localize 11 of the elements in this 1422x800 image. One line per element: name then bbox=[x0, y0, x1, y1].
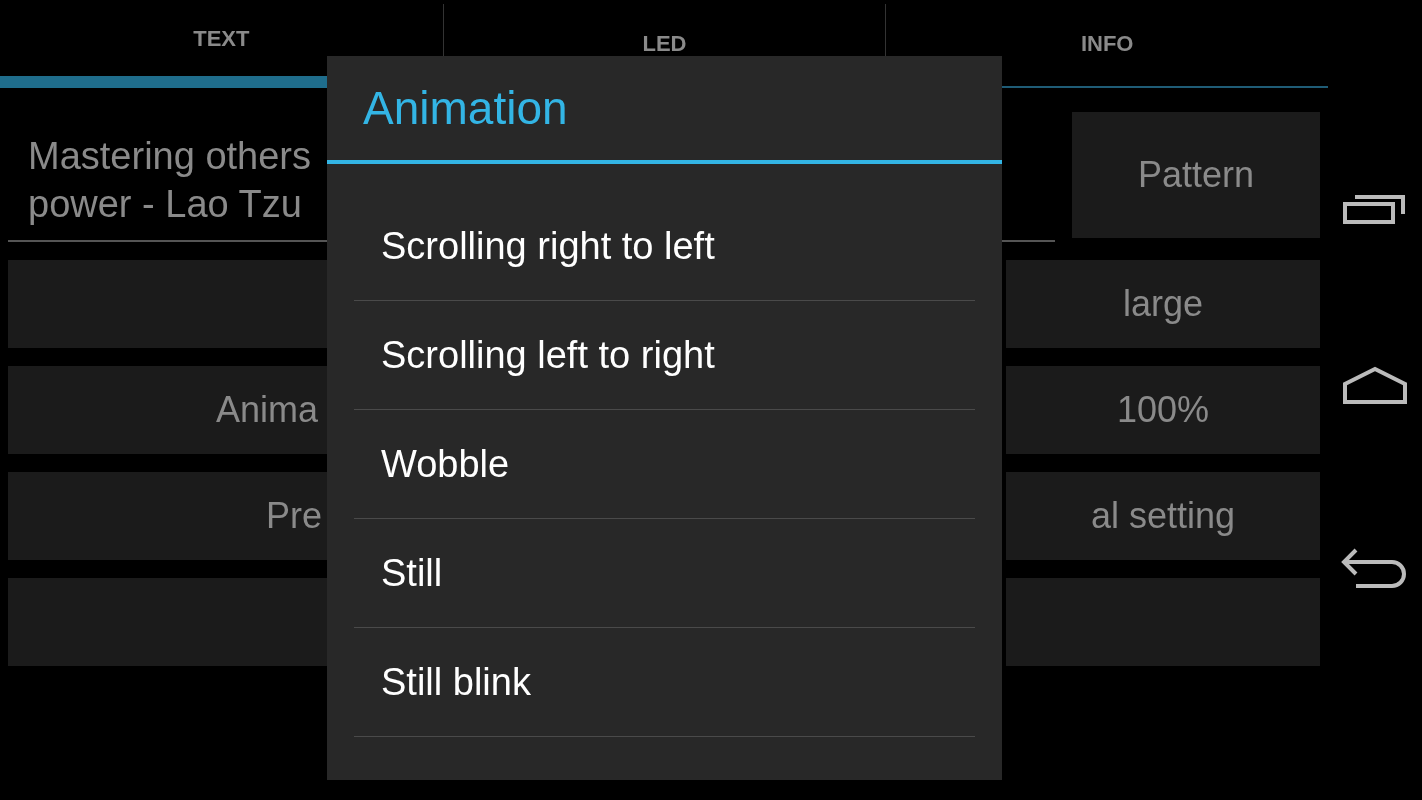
pattern-button[interactable]: Pattern bbox=[1072, 112, 1320, 238]
row-button[interactable]: 100% bbox=[1006, 366, 1320, 454]
dialog-title: Animation bbox=[363, 80, 568, 136]
dialog-option[interactable]: Wobble bbox=[354, 410, 975, 519]
row-button[interactable]: large bbox=[1006, 260, 1320, 348]
dialog-option[interactable]: Still bbox=[354, 519, 975, 628]
dialog-option[interactable]: Scrolling left to right bbox=[354, 301, 975, 410]
dialog-option[interactable]: Scrolling right to left bbox=[354, 192, 975, 301]
home-icon[interactable] bbox=[1343, 366, 1407, 406]
dialog-option[interactable]: Still blink bbox=[354, 628, 975, 737]
row-button[interactable]: al setting bbox=[1006, 472, 1320, 560]
